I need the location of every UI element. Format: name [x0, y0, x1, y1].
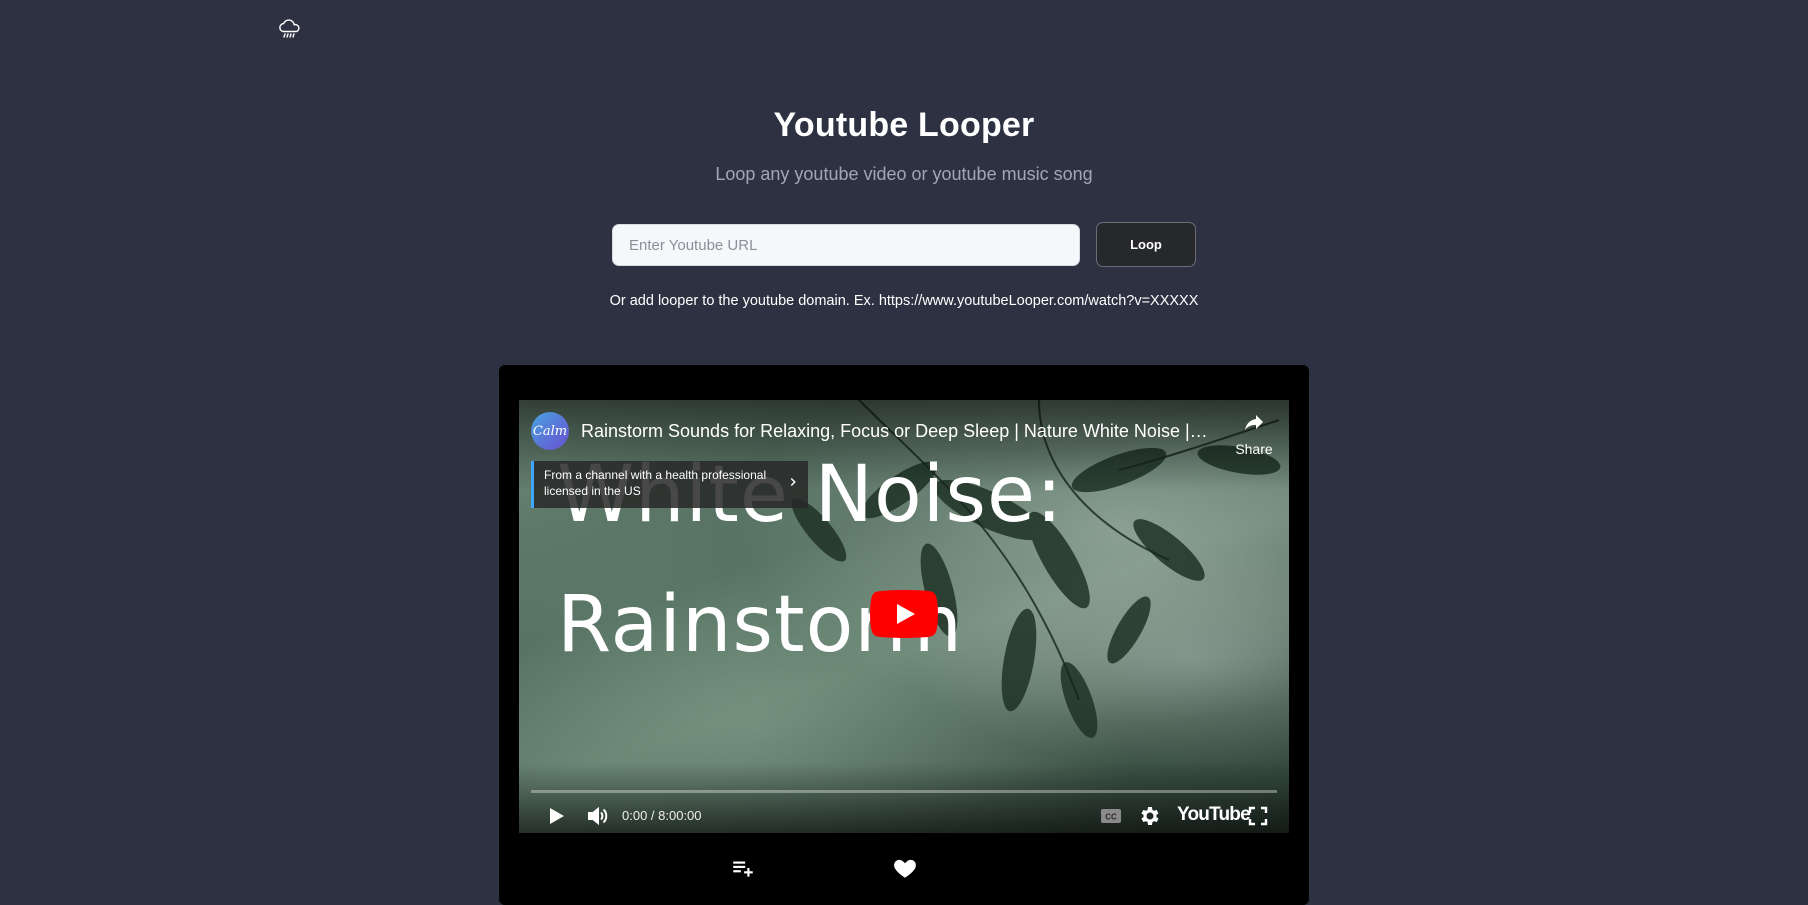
share-label: Share — [1235, 441, 1273, 457]
time-display: 0:00 / 8:00:00 — [622, 808, 702, 823]
loop-button[interactable]: Loop — [1096, 222, 1196, 267]
video-title[interactable]: Rainstorm Sounds for Relaxing, Focus or … — [581, 421, 1211, 442]
share-button[interactable]: Share — [1219, 410, 1289, 457]
channel-avatar[interactable]: Calm — [531, 412, 569, 450]
settings-gear-icon[interactable] — [1138, 804, 1162, 828]
share-icon — [1245, 415, 1263, 430]
video-progress-bar[interactable] — [531, 790, 1277, 793]
big-play-button[interactable] — [870, 590, 938, 638]
page-subtitle: Loop any youtube video or youtube music … — [715, 164, 1093, 184]
health-notice-panel[interactable]: From a channel with a health professiona… — [531, 461, 808, 508]
health-notice-text: From a channel with a health professiona… — [544, 468, 767, 498]
channel-avatar-text: Calm — [532, 423, 568, 439]
page-title: Youtube Looper — [773, 106, 1035, 144]
playlist-add-icon[interactable] — [730, 855, 756, 881]
cloud-rain-icon[interactable] — [278, 18, 302, 42]
volume-icon[interactable] — [585, 804, 609, 828]
chevron-right-icon — [790, 477, 796, 487]
youtube-logo[interactable]: YouTube — [1177, 804, 1251, 826]
svg-text:CC: CC — [1105, 813, 1117, 822]
video-player[interactable]: White Noise: Rainstorm Calm Rainstorm So… — [519, 400, 1289, 833]
fullscreen-icon[interactable] — [1246, 804, 1270, 828]
youtube-url-input[interactable] — [612, 224, 1080, 266]
closed-captions-icon[interactable]: CC — [1099, 804, 1123, 828]
play-icon[interactable] — [543, 804, 567, 828]
domain-hint-text: Or add looper to the youtube domain. Ex.… — [609, 293, 1199, 309]
heart-icon[interactable] — [892, 855, 918, 881]
